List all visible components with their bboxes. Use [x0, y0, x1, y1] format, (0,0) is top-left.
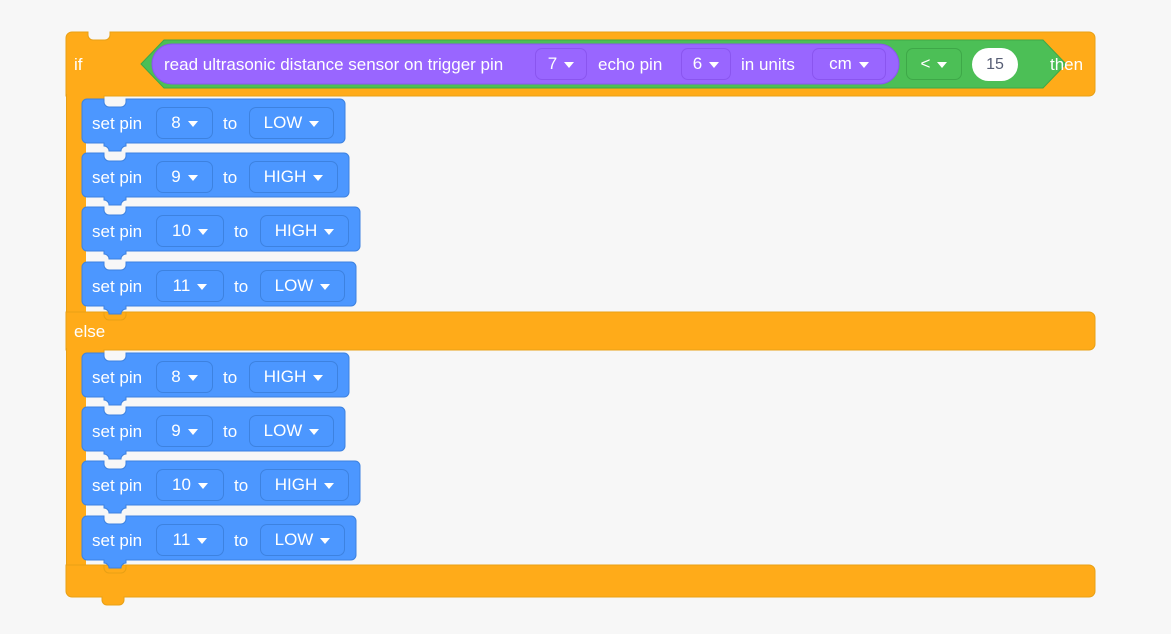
pin-value: 8: [171, 113, 181, 132]
chevron-down-icon: [313, 374, 324, 381]
else-keyword: else: [74, 322, 106, 341]
sensor-label-trigger: read ultrasonic distance sensor on trigg…: [164, 55, 504, 74]
pin-state-dropdown[interactable]: LOW: [260, 524, 345, 556]
pin-state-value: LOW: [274, 530, 314, 549]
then-keyword: then: [1050, 55, 1084, 74]
pin-dropdown[interactable]: 10: [156, 469, 224, 501]
comparison-operator-dropdown[interactable]: <: [906, 48, 962, 80]
set-pin-prefix: set pin: [92, 277, 143, 296]
echo-pin-value: 6: [692, 54, 703, 73]
set-pin-mid: to: [234, 277, 249, 296]
units-value: cm: [829, 54, 852, 73]
pin-dropdown[interactable]: 11: [156, 524, 224, 556]
chevron-down-icon: [313, 174, 324, 181]
chevron-down-icon: [197, 482, 208, 489]
sensor-label-echo: echo pin: [598, 55, 663, 74]
comparison-operator-value: <: [920, 54, 931, 73]
set-pin-mid: to: [234, 476, 249, 495]
pin-state-dropdown[interactable]: HIGH: [249, 161, 338, 193]
pin-state-value: HIGH: [274, 221, 318, 240]
set-pin-prefix: set pin: [92, 222, 143, 241]
pin-value: 9: [171, 167, 181, 186]
chevron-down-icon: [187, 374, 198, 381]
set-pin-prefix: set pin: [92, 531, 143, 550]
if-keyword: if: [74, 55, 83, 74]
set-pin-prefix: set pin: [92, 114, 143, 133]
chevron-down-icon: [309, 428, 320, 435]
pin-dropdown[interactable]: 8: [156, 361, 213, 393]
pin-state-value: HIGH: [263, 167, 307, 186]
pin-state-dropdown[interactable]: HIGH: [249, 361, 338, 393]
pin-value: 10: [172, 475, 191, 494]
set-pin-prefix: set pin: [92, 476, 143, 495]
chevron-down-icon: [320, 283, 331, 290]
pin-state-value: LOW: [274, 276, 314, 295]
block-labels-layer: if then else read ultrasonic distance se…: [0, 0, 1171, 634]
pin-state-dropdown[interactable]: LOW: [260, 270, 345, 302]
chevron-down-icon: [937, 61, 948, 68]
set-pin-prefix: set pin: [92, 368, 143, 387]
chevron-down-icon: [197, 537, 208, 544]
pin-state-dropdown[interactable]: HIGH: [260, 469, 349, 501]
set-pin-prefix: set pin: [92, 422, 143, 441]
trigger-pin-dropdown[interactable]: 7: [535, 48, 587, 80]
chevron-down-icon: [187, 174, 198, 181]
pin-dropdown[interactable]: 8: [156, 107, 213, 139]
set-pin-mid: to: [234, 531, 249, 550]
chevron-down-icon: [197, 283, 208, 290]
pin-value: 9: [171, 421, 181, 440]
pin-state-value: HIGH: [274, 475, 318, 494]
pin-dropdown[interactable]: 10: [156, 215, 224, 247]
pin-value: 8: [171, 367, 181, 386]
pin-state-value: HIGH: [263, 367, 307, 386]
threshold-value: 15: [986, 55, 1004, 73]
blocks-workspace[interactable]: if then else read ultrasonic distance se…: [0, 0, 1171, 634]
chevron-down-icon: [858, 61, 869, 68]
set-pin-mid: to: [223, 368, 238, 387]
pin-value: 10: [172, 221, 191, 240]
chevron-down-icon: [187, 120, 198, 127]
echo-pin-dropdown[interactable]: 6: [681, 48, 731, 80]
set-pin-prefix: set pin: [92, 168, 143, 187]
chevron-down-icon: [324, 482, 335, 489]
chevron-down-icon: [187, 428, 198, 435]
set-pin-mid: to: [223, 168, 238, 187]
set-pin-mid: to: [223, 114, 238, 133]
chevron-down-icon: [709, 61, 720, 68]
trigger-pin-value: 7: [547, 54, 558, 73]
chevron-down-icon: [309, 120, 320, 127]
chevron-down-icon: [564, 61, 575, 68]
chevron-down-icon: [324, 228, 335, 235]
pin-state-dropdown[interactable]: HIGH: [260, 215, 349, 247]
pin-dropdown[interactable]: 9: [156, 161, 213, 193]
pin-value: 11: [172, 276, 191, 295]
pin-state-value: LOW: [263, 113, 303, 132]
set-pin-mid: to: [234, 222, 249, 241]
pin-dropdown[interactable]: 11: [156, 270, 224, 302]
pin-dropdown[interactable]: 9: [156, 415, 213, 447]
threshold-number-input[interactable]: 15: [972, 48, 1018, 81]
sensor-label-units: in units: [741, 55, 795, 74]
pin-state-dropdown[interactable]: LOW: [249, 415, 334, 447]
pin-state-value: LOW: [263, 421, 303, 440]
set-pin-mid: to: [223, 422, 238, 441]
pin-state-dropdown[interactable]: LOW: [249, 107, 334, 139]
pin-value: 11: [172, 530, 191, 549]
chevron-down-icon: [320, 537, 331, 544]
chevron-down-icon: [197, 228, 208, 235]
units-dropdown[interactable]: cm: [812, 48, 886, 80]
